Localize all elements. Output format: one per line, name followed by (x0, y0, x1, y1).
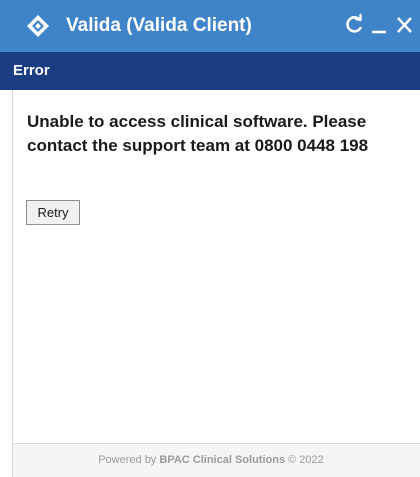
footer: Powered by BPAC Clinical Solutions © 202… (12, 443, 420, 477)
minimize-icon[interactable] (370, 8, 388, 42)
error-header: Error (0, 52, 420, 90)
title-bar[interactable]: Valida (Valida Client) (0, 0, 420, 52)
footer-suffix: © 2022 (285, 454, 324, 466)
error-header-label: Error (13, 62, 50, 79)
valida-logo-icon (27, 15, 49, 37)
retry-button[interactable]: Retry (26, 200, 80, 225)
close-icon[interactable] (393, 8, 417, 42)
content-area: Unable to access clinical software. Plea… (12, 90, 420, 443)
footer-brand: BPAC Clinical Solutions (159, 454, 286, 466)
valida-client-window: Valida (Valida Client) Error Unable to a… (0, 0, 420, 477)
footer-credit: Powered by BPAC Clinical Solutions © 202… (13, 454, 409, 466)
footer-prefix: Powered by (98, 454, 160, 466)
window-title: Valida (Valida Client) (66, 15, 252, 36)
error-message: Unable to access clinical software. Plea… (27, 112, 369, 155)
refresh-icon[interactable] (342, 8, 366, 42)
